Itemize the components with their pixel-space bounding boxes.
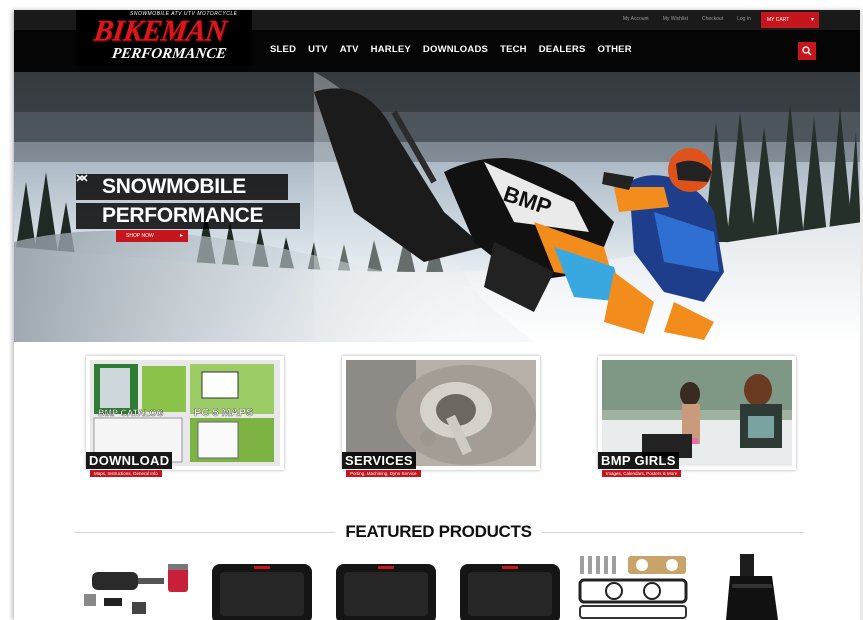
svg-text:BMP CATALOG: BMP CATALOG [98, 408, 164, 418]
checkout-link[interactable]: Checkout [702, 16, 723, 22]
chevron-down-icon[interactable] [76, 174, 102, 229]
download-tile[interactable]: BMP CATALOG PC 5 MAPS DOWNLOAD Maps, Ins… [82, 352, 284, 484]
hero-title-line-1: SNOWMOBILE [102, 175, 246, 198]
hero-line-2: PERFORMANCE [76, 174, 300, 229]
logo-subtitle: PERFORMANCE [110, 46, 228, 62]
nav-item-downloads[interactable]: DOWNLOADS [423, 44, 488, 55]
nav-item-dealers[interactable]: DEALERS [539, 44, 586, 55]
exhaust-canister-image [726, 554, 778, 620]
hero-title-line-2: PERFORMANCE [102, 204, 264, 227]
product-card[interactable] [210, 558, 314, 620]
search-icon [802, 46, 812, 56]
nav-item-harley[interactable]: HARLEY [371, 44, 411, 55]
logo-wordmark: BIKEMAN [91, 14, 229, 48]
svg-text:PC 5 MAPS: PC 5 MAPS [194, 407, 253, 419]
utility-links: My Account My Wishlist Checkout Log In [623, 16, 751, 22]
tuner-module-image [212, 564, 312, 620]
exhaust-kit-image [84, 564, 188, 614]
download-tile-label: DOWNLOAD [86, 452, 173, 469]
product-card[interactable] [84, 558, 196, 620]
services-tile-label: SERVICES [342, 452, 416, 469]
browser-page: My Account My Wishlist Checkout Log In M… [14, 10, 863, 620]
cart-button-label: MY CART [767, 17, 790, 23]
nav-item-other[interactable]: OTHER [598, 44, 632, 55]
download-tile-sub: Maps, Instructions, General Info [90, 470, 162, 477]
nav-item-tech[interactable]: TECH [500, 44, 527, 55]
cart-button[interactable]: MY CART ▾ [761, 12, 819, 28]
gasket-kit-image [578, 556, 688, 619]
nav-item-atv[interactable]: ATV [340, 44, 359, 55]
hero-line-1: SNOWMOBILE [76, 174, 288, 200]
bmp-girls-tile[interactable]: BMP GIRLS Images, Calendars, Posters & M… [594, 352, 796, 484]
search-button[interactable] [798, 42, 816, 60]
featured-products-title: FEATURED PRODUCTS [335, 522, 542, 541]
nav-item-utv[interactable]: UTV [308, 44, 328, 55]
nav-item-sled[interactable]: SLED [270, 44, 296, 55]
bmp-girls-tile-label: BMP GIRLS [598, 452, 679, 469]
hero-banner[interactable]: BMP SNOWMOBILE PERFORMANCE SHOP NOW ▸ [14, 72, 863, 342]
services-tile-sub: Porting, Machining, Dyno Service [346, 470, 421, 477]
my-account-link[interactable]: My Account [623, 16, 649, 22]
featured-products-heading: FEATURED PRODUCTS [14, 522, 863, 542]
site-logo[interactable]: SNOWMOBILE ATV UTV MOTORCYCLE BIKEMAN PE… [76, 10, 252, 66]
shop-now-button[interactable]: SHOP NOW ▸ [116, 230, 188, 242]
product-card[interactable] [720, 554, 790, 620]
my-wishlist-link[interactable]: My Wishlist [663, 16, 688, 22]
chevron-right-icon: ▸ [179, 233, 183, 239]
tuner-module-image [336, 564, 436, 620]
services-tile[interactable]: SERVICES Porting, Machining, Dyno Servic… [338, 352, 540, 484]
shop-now-label: SHOP NOW [126, 233, 154, 239]
login-link[interactable]: Log In [737, 16, 751, 22]
main-nav: SLED UTV ATV HARLEY DOWNLOADS TECH DEALE… [270, 44, 632, 55]
chevron-down-icon: ▾ [810, 17, 814, 23]
product-card[interactable] [578, 554, 690, 620]
tuner-module-image [460, 564, 560, 620]
hero-headline: SNOWMOBILE PERFORMANCE SHOP NOW ▸ [76, 174, 300, 242]
bmp-girls-tile-sub: Images, Calendars, Posters & More [602, 470, 682, 477]
product-card[interactable] [458, 558, 562, 620]
product-card[interactable] [334, 558, 438, 620]
